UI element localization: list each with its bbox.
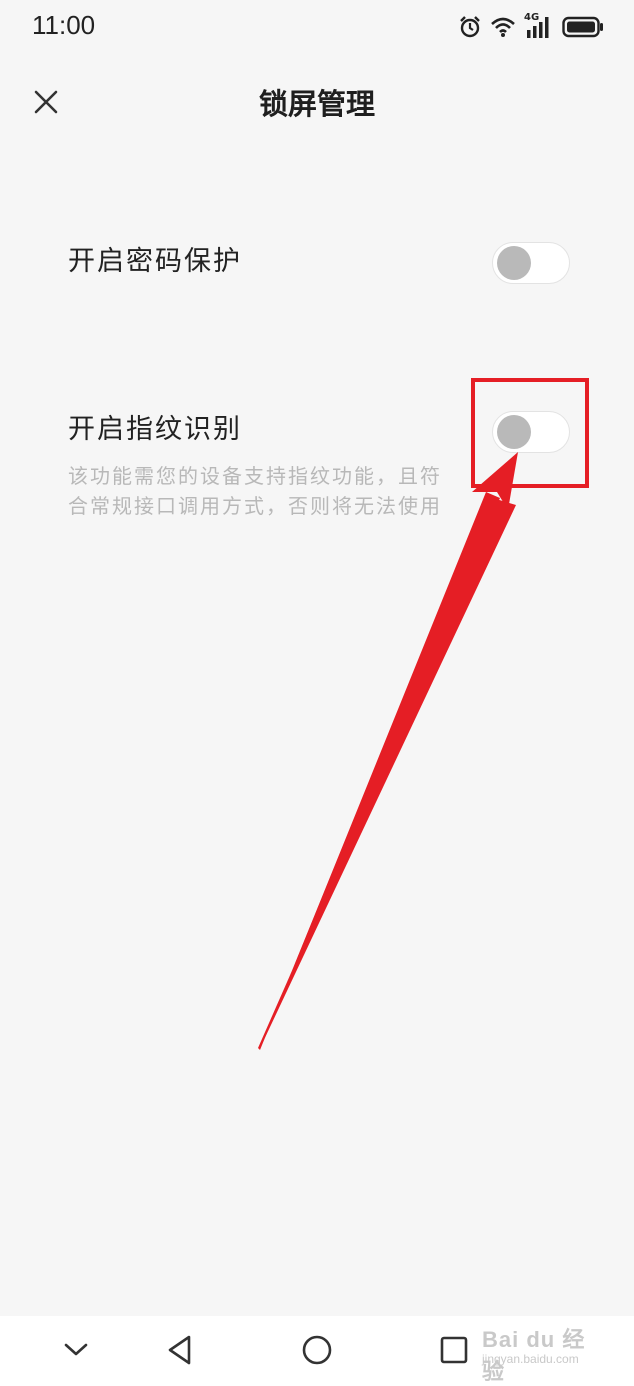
- nav-home-button[interactable]: [299, 1334, 335, 1370]
- lock-screen-management-page: 11:00 4G 锁屏管理 开启密码保护 开启指纹识别 该功能需您的设备支持指纹…: [0, 0, 634, 1386]
- annotation-arrow: [258, 452, 518, 1050]
- fingerprint-description-line-1: 该功能需您的设备支持指纹功能，且符: [68, 464, 442, 488]
- recents-icon: [439, 1335, 469, 1369]
- status-time: 11:00: [32, 10, 96, 40]
- nav-collapse-button[interactable]: [58, 1334, 94, 1370]
- home-icon: [301, 1334, 333, 1370]
- battery-icon: [562, 16, 604, 38]
- password-protection-label: 开启密码保护: [68, 246, 242, 277]
- back-icon: [165, 1334, 195, 1370]
- password-protection-toggle[interactable]: [492, 242, 570, 284]
- status-icons: 4G: [458, 12, 604, 42]
- status-bar: 11:00 4G: [0, 0, 634, 56]
- setting-row-fingerprint: 开启指纹识别 该功能需您的设备支持指纹功能，且符 合常规接口调用方式，否则将无法…: [0, 408, 634, 528]
- watermark-sub: jingyan.baidu.com: [482, 1352, 579, 1366]
- wifi-icon: [490, 16, 516, 38]
- alarm-icon: [458, 15, 482, 39]
- toggle-knob: [497, 246, 531, 280]
- nav-recents-button[interactable]: [436, 1334, 472, 1370]
- fingerprint-description-line-2: 合常规接口调用方式，否则将无法使用: [68, 494, 442, 518]
- nav-back-button[interactable]: [162, 1334, 198, 1370]
- header: 锁屏管理: [0, 72, 634, 136]
- chevron-down-icon: [62, 1340, 90, 1364]
- setting-row-password-protection: 开启密码保护: [0, 240, 634, 290]
- page-title: 锁屏管理: [258, 87, 375, 121]
- signal-4g-icon: 4G: [524, 12, 554, 40]
- fingerprint-label: 开启指纹识别: [68, 414, 242, 445]
- baidu-jingyan-watermark: Bai du 经验 jingyan.baidu.com: [482, 1322, 598, 1384]
- navigation-bar: Bai du 经验 jingyan.baidu.com: [0, 1316, 634, 1386]
- fingerprint-toggle[interactable]: [492, 411, 570, 453]
- toggle-knob: [497, 415, 531, 449]
